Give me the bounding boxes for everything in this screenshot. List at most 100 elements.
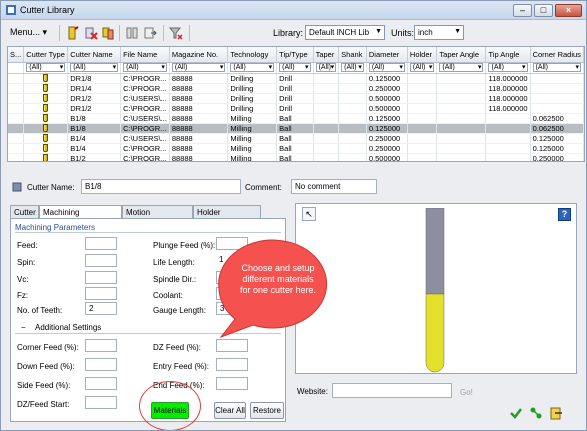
go-link[interactable]: Go! [460,388,473,397]
cutter-type-icon [43,73,49,82]
table-cell [436,73,487,84]
column-filter-dropdown[interactable]: (All) [315,63,337,72]
delete-cutter-icon[interactable] [84,26,98,40]
dz-feed-start-label: DZ/Feed Start: [17,400,70,409]
close-button[interactable]: × [555,4,582,17]
table-row[interactable]: DR1/2 C:\PROGR... 88888 Drilling Drill 0.5000… [8,103,584,114]
side-feed-input[interactable] [85,377,117,390]
dz-feed-start-input[interactable] [85,396,117,409]
column-filter-dropdown[interactable]: (All) [26,63,66,72]
column-filter-dropdown[interactable]: (All) [368,63,405,72]
website-field[interactable] [332,383,452,398]
cutter-name-label: Cutter Name: [27,183,75,192]
restore-button[interactable]: Restore [250,402,284,419]
collapse-icon[interactable]: − [21,323,26,332]
table-cell [407,153,438,161]
gauge-length-label: Gauge Length: [153,306,206,315]
table-row[interactable]: B1/2 C:\PROGR... 88888 Milling Ball 0.500000 0… [8,153,584,161]
checkmark-icon[interactable] [509,406,523,420]
tab-cutter[interactable]: Cutter [10,205,39,218]
column-header[interactable]: Shank [338,47,367,63]
tab-machining-parameters[interactable]: Machining Parameters [39,205,122,226]
table-row[interactable]: DR1/4 C:\PROGR... 88888 Drilling Drill 0.2500… [8,83,584,94]
table-cell: C:\PROGR... [120,83,170,94]
column-filter-dropdown[interactable]: (All) [230,63,275,72]
column-header[interactable]: Tip/Type [276,47,314,63]
vc-input[interactable] [85,271,117,284]
column-header[interactable]: Technology [227,47,278,63]
column-header[interactable]: Corner Radius [530,47,584,63]
clear-all-button[interactable]: Clear All [214,402,246,419]
help-icon[interactable]: ? [558,208,571,221]
column-header[interactable]: S... [8,47,25,63]
corner-feed-label: Corner Feed (%): [17,343,79,352]
table-row[interactable]: DR1/8 C:\PROGR... 88888 Drilling Drill 0.1250… [8,73,584,84]
table-cell: 88888 [169,93,229,104]
table-row[interactable]: B1/4 C:\USERS\... 88888 Milling Ball 0.250000… [8,133,584,144]
column-header[interactable]: Holder [407,47,438,63]
column-header[interactable]: File Name [120,47,170,63]
column-filter-dropdown[interactable]: (All) [123,63,167,72]
units-label: Units: [391,28,415,38]
table-row[interactable]: DR1/2 C:\USERS\... 88888 Drilling Drill 0.500… [8,93,584,104]
export-icon[interactable] [143,26,157,40]
feed-input[interactable] [85,237,117,250]
cutter-type-cell [23,93,69,104]
teeth-input[interactable]: 2 [85,302,117,315]
table-cell: C:\PROGR... [120,123,170,134]
table-cell: 0.062500 [530,123,584,134]
pointer-tool-icon[interactable]: ↖ [302,207,316,221]
table-row[interactable]: B1/8 C:\PROGR... 88888 Milling Ball 0.125000 0… [8,123,584,134]
entry-feed-input[interactable] [216,358,248,371]
menu-button[interactable]: Menu... ▾ [10,27,47,38]
exit-icon[interactable] [549,406,563,420]
column-header[interactable]: Taper [313,47,340,63]
column-header[interactable]: Tip Angle [485,47,531,63]
table-cell [313,113,340,124]
tab-motion-parameters[interactable]: Motion Parameters [122,205,193,226]
comment-field[interactable]: No comment [291,179,377,194]
column-filter-dropdown[interactable]: (All) [341,63,364,72]
corner-feed-input[interactable] [85,339,117,352]
fz-input[interactable] [85,287,117,300]
table-cell: 0.125000 [530,143,584,154]
units-select[interactable]: inch ▼ [414,25,464,40]
table-cell: 88888 [169,103,229,114]
apply-icon[interactable] [529,406,543,420]
clear-filter-icon[interactable] [169,26,183,40]
table-cell: 88888 [169,113,229,124]
table-cell: Drill [276,73,314,84]
down-feed-input[interactable] [85,358,117,371]
column-filter-dropdown[interactable]: (All) [532,63,581,72]
filter-cell: (All) [276,62,314,74]
column-filter-dropdown[interactable]: (All) [171,63,226,72]
column-header[interactable]: Cutter Name [67,47,122,63]
column-filter-dropdown[interactable]: (All) [279,63,311,72]
additional-settings-label: Additional Settings [35,323,102,332]
spin-input[interactable] [85,254,117,267]
table-cell: C:\PROGR... [120,143,170,154]
minimize-button[interactable]: – [513,4,532,17]
columns-icon[interactable] [125,26,139,40]
end-feed-input[interactable] [216,377,248,390]
column-filter-dropdown[interactable]: (All) [439,63,484,72]
filter-cell: (All) [67,62,122,74]
new-cutter-icon[interactable] [66,26,80,40]
column-header[interactable]: Taper Angle [436,47,487,63]
column-filter-dropdown[interactable]: (All) [488,63,528,72]
maximize-button[interactable]: □ [534,4,553,17]
table-row[interactable]: B1/4 C:\PROGR... 88888 Milling Ball 0.250000 0… [8,143,584,154]
column-filter-dropdown[interactable]: (All) [409,63,435,72]
life-length-label: Life Length: [153,258,195,267]
column-filter-dropdown[interactable]: (All) [70,63,119,72]
copy-cutter-icon[interactable] [101,26,115,40]
table-cell [313,83,340,94]
cutter-name-field[interactable]: B1/8 [81,179,241,194]
column-header[interactable]: Diameter [366,47,408,63]
chevron-down-icon: ▼ [454,28,461,35]
column-header[interactable]: Magazine No. [169,47,229,63]
table-row[interactable]: B1/8 C:\USERS\... 88888 Milling Ball 0.125000… [8,113,584,124]
tab-holder-parameters[interactable]: Holder Parameters [193,205,261,226]
column-header[interactable]: Cutter Type [23,47,69,63]
library-select[interactable]: Default INCH Lib ▼ [305,25,385,40]
